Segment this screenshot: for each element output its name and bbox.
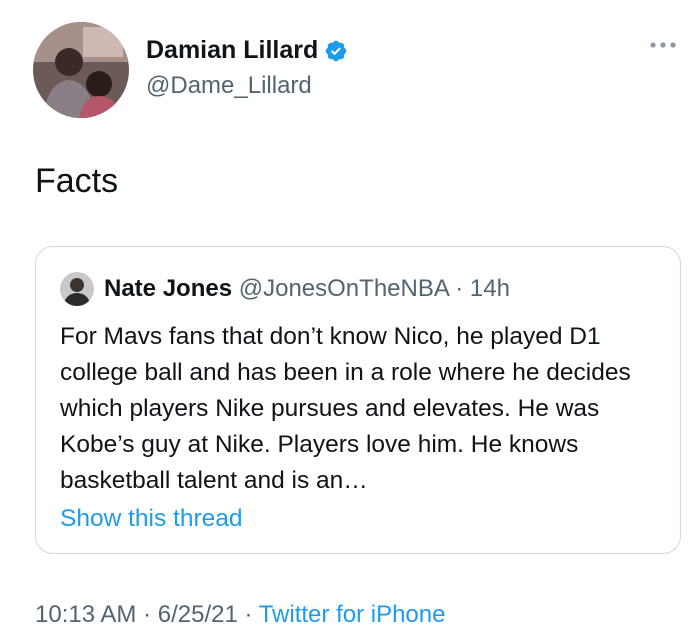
author-name[interactable]: Damian Lillard — [146, 36, 318, 65]
tweet-time: 10:13 AM — [35, 601, 137, 628]
author-name-row: Damian Lillard — [146, 36, 348, 65]
tweet-meta: 10:13 AM · 6/25/21 · Twitter for iPhone — [35, 601, 445, 629]
show-thread-link[interactable]: Show this thread — [60, 505, 243, 533]
quoted-tweet-body: For Mavs fans that don’t know Nico, he p… — [60, 323, 631, 494]
quoted-tweet-header: Nate Jones @JonesOnTheNBA · 14h — [104, 275, 510, 303]
tweet-header: Damian Lillard @Dame_Lillard — [0, 0, 700, 140]
author-handle[interactable]: @Dame_Lillard — [146, 72, 312, 100]
quoted-author-avatar — [60, 272, 94, 306]
quoted-author-handle: @JonesOnTheNBA — [238, 275, 449, 302]
meta-separator: · — [136, 601, 158, 628]
quoted-time: 14h — [469, 275, 510, 302]
tweet-text: Facts — [35, 162, 119, 200]
verified-badge-icon — [326, 40, 347, 61]
quoted-author-name: Nate Jones — [104, 275, 233, 302]
quoted-separator: · — [448, 275, 470, 302]
meta-separator: · — [237, 601, 259, 628]
author-avatar[interactable] — [33, 22, 129, 118]
tweet-date: 6/25/21 — [157, 601, 238, 628]
quoted-tweet-card[interactable]: Nate Jones @JonesOnTheNBA · 14h For Mavs… — [35, 246, 681, 554]
tweet-source-link[interactable]: Twitter for iPhone — [259, 601, 446, 628]
more-options-icon[interactable] — [648, 38, 678, 52]
